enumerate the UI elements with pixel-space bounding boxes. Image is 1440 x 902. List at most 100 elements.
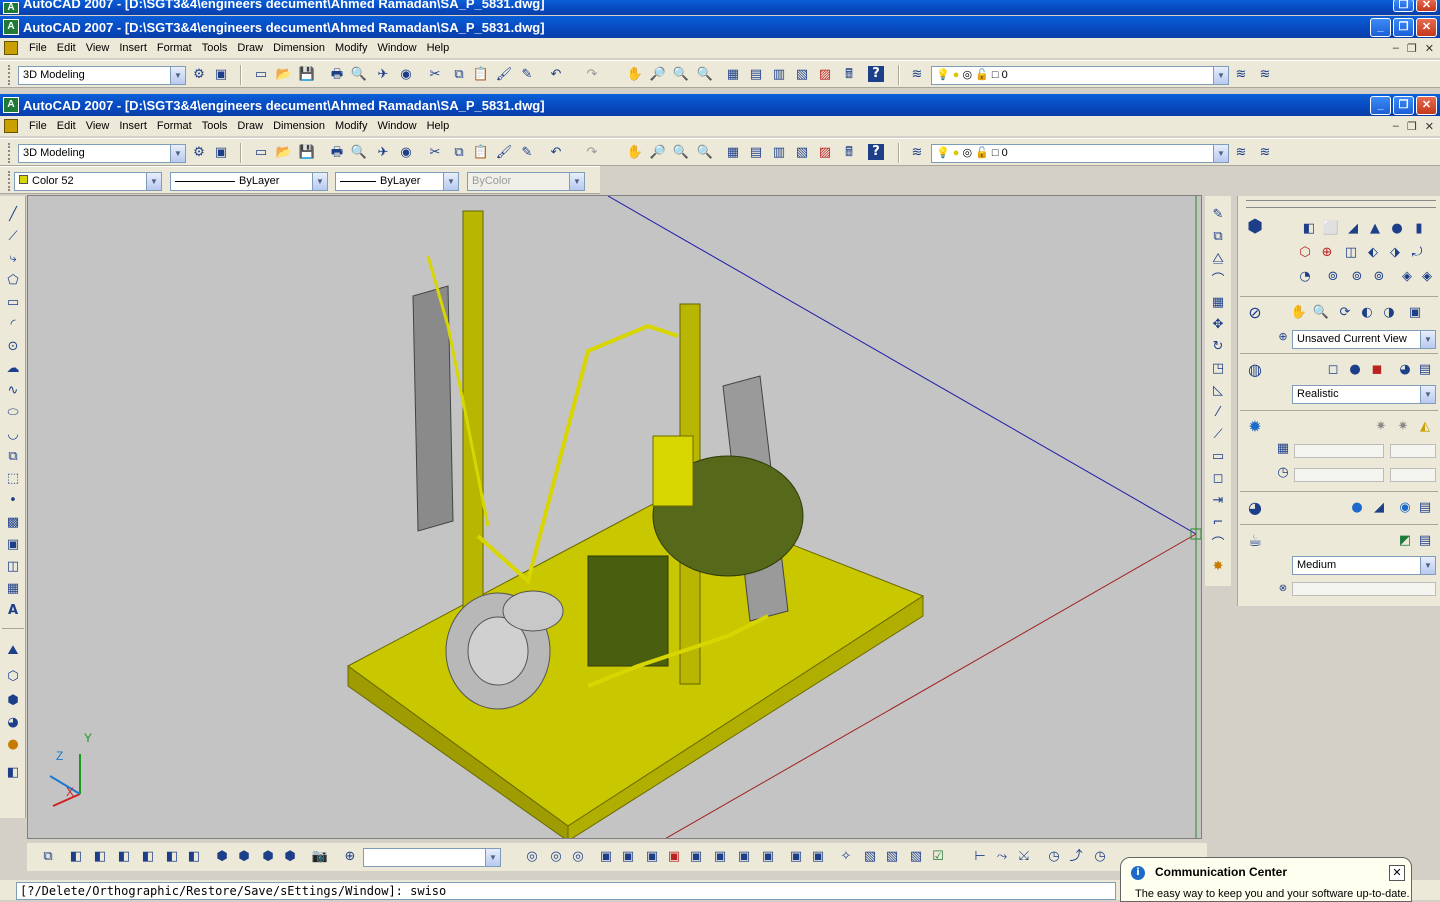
intersect-icon[interactable]: ⊚ bbox=[1348, 268, 1366, 286]
make-object-layer-current-icon[interactable]: ≋ bbox=[1232, 144, 1250, 162]
tool-palettes-icon[interactable]: ▥ bbox=[770, 144, 788, 162]
chevron-down-icon[interactable]: ▼ bbox=[1213, 145, 1228, 162]
doc-close-icon[interactable]: ✕ bbox=[1425, 120, 1434, 133]
interfere-icon[interactable]: ⊚ bbox=[1370, 268, 1388, 286]
3d-pan-icon[interactable]: ✋ bbox=[1290, 304, 1308, 322]
menu-modify[interactable]: Modify bbox=[330, 120, 372, 132]
array-icon[interactable]: ▦ bbox=[1209, 294, 1227, 312]
stretch-icon[interactable]: ◺ bbox=[1209, 382, 1227, 400]
realistic-icon[interactable]: ◼ bbox=[1368, 361, 1386, 379]
table-icon[interactable]: ▦ bbox=[4, 580, 22, 598]
command-line[interactable]: [?/Delete/Orthographic/Restore/Save/sEtt… bbox=[16, 882, 1116, 900]
polyline-icon[interactable]: ⤷ bbox=[4, 250, 22, 268]
outer-close-button[interactable]: ✕ bbox=[1416, 0, 1437, 12]
workspace-settings-icon[interactable]: ⚙ bbox=[190, 144, 208, 162]
cut-icon[interactable]: ✂ bbox=[426, 66, 444, 84]
calculator-icon[interactable]: 🖩 bbox=[840, 144, 858, 162]
doc-close-icon[interactable]: ✕ bbox=[1425, 42, 1434, 55]
plot-preview-icon[interactable]: 🔍 bbox=[350, 144, 368, 162]
menu-tools[interactable]: Tools bbox=[197, 120, 233, 132]
camera-create-icon[interactable]: 📷 bbox=[311, 848, 329, 866]
light-intensity-slider[interactable] bbox=[1294, 444, 1384, 458]
delete-faces-icon[interactable]: ▣ bbox=[665, 848, 683, 866]
visual-style-manager-icon[interactable]: ▤ bbox=[1416, 361, 1434, 379]
chevron-down-icon[interactable]: ▼ bbox=[146, 173, 161, 190]
menu-modify[interactable]: Modify bbox=[330, 42, 372, 54]
ellipse-icon[interactable]: ⬭ bbox=[4, 404, 22, 422]
chevron-down-icon[interactable]: ▼ bbox=[1420, 557, 1435, 574]
restore-button[interactable]: ❐ bbox=[1393, 17, 1414, 37]
offset-faces-icon[interactable]: ▣ bbox=[643, 848, 661, 866]
break-at-point-icon[interactable]: ◻ bbox=[1209, 470, 1227, 488]
menu-window[interactable]: Window bbox=[372, 42, 421, 54]
menu-format[interactable]: Format bbox=[152, 120, 197, 132]
document-menu-icon[interactable] bbox=[4, 119, 18, 133]
top-view-icon[interactable]: ◧ bbox=[67, 848, 85, 866]
copy-faces-icon[interactable]: ▣ bbox=[735, 848, 753, 866]
render-cancel-icon[interactable]: ⊗ bbox=[1274, 580, 1292, 598]
3d-dwf-icon[interactable]: ◉ bbox=[397, 66, 415, 84]
chevron-down-icon[interactable]: ▼ bbox=[1420, 386, 1435, 403]
zoom-realtime-icon[interactable]: 🔎 bbox=[649, 144, 667, 162]
menu-file[interactable]: File bbox=[24, 42, 52, 54]
sweep-icon[interactable]: ◫ bbox=[1342, 244, 1360, 262]
menu-insert[interactable]: Insert bbox=[114, 120, 152, 132]
point-light-icon[interactable]: ✷ bbox=[1372, 418, 1390, 436]
sphere-icon[interactable]: ◕ bbox=[4, 714, 22, 732]
chevron-down-icon[interactable]: ▼ bbox=[443, 173, 458, 190]
multiline-text-icon[interactable]: A bbox=[4, 602, 22, 620]
workspace-combo-outer[interactable]: 3D Modeling ▼ bbox=[18, 66, 186, 85]
left-view-icon[interactable]: ◧ bbox=[115, 848, 133, 866]
render-preset-combo[interactable]: Medium ▼ bbox=[1292, 556, 1436, 575]
save-icon[interactable]: 💾 bbox=[298, 66, 316, 84]
menu-format[interactable]: Format bbox=[152, 42, 197, 54]
material-map-icon[interactable]: ◢ bbox=[1370, 499, 1388, 517]
cylinder-icon[interactable]: ⬜ bbox=[1322, 220, 1340, 238]
zoom-realtime-icon[interactable]: 🔎 bbox=[649, 66, 667, 84]
slice-icon[interactable]: ⤾ bbox=[1408, 244, 1426, 262]
chevron-down-icon[interactable]: ▼ bbox=[312, 173, 327, 190]
extrude-faces-icon[interactable]: ▣ bbox=[597, 848, 615, 866]
model-viewport[interactable]: Y Z X bbox=[27, 195, 1202, 839]
layer-combo-outer[interactable]: 💡 ● ◎ 🔓 □ 0 ▼ bbox=[931, 66, 1229, 85]
chevron-down-icon[interactable]: ▼ bbox=[1213, 67, 1228, 84]
menu-dimension[interactable]: Dimension bbox=[268, 42, 330, 54]
workspace-combo[interactable]: 3D Modeling ▼ bbox=[18, 144, 186, 163]
zoom-previous-icon[interactable]: 🔍 bbox=[696, 144, 714, 162]
materials-palette-icon[interactable]: ◉ bbox=[1396, 499, 1414, 517]
menu-view[interactable]: View bbox=[81, 42, 115, 54]
camera-icon[interactable]: ◧ bbox=[4, 764, 22, 782]
ucs-combo[interactable]: ▼ bbox=[363, 848, 501, 867]
sw-iso-icon[interactable]: ⬢ bbox=[213, 848, 231, 866]
render-window-icon[interactable]: ▤ bbox=[1416, 532, 1434, 550]
layer-combo[interactable]: 💡 ● ◎ 🔓 □ 0 ▼ bbox=[931, 144, 1229, 163]
chevron-down-icon[interactable]: ▼ bbox=[170, 145, 185, 162]
menu-edit[interactable]: Edit bbox=[52, 42, 81, 54]
close-icon[interactable]: ✕ bbox=[1389, 865, 1405, 881]
help-icon[interactable]: ? bbox=[868, 144, 884, 160]
revcloud-icon[interactable]: ☁ bbox=[4, 360, 22, 378]
walk-icon[interactable]: ◑ bbox=[1380, 304, 1398, 322]
visual-style-combo[interactable]: Realistic ▼ bbox=[1292, 385, 1436, 404]
menu-edit[interactable]: Edit bbox=[52, 120, 81, 132]
view-cube-icon[interactable]: ⬢ bbox=[4, 692, 22, 710]
sun-clock-icon[interactable]: ◷ bbox=[1045, 848, 1063, 866]
arc-icon[interactable]: ◜ bbox=[4, 316, 22, 334]
swivel-icon[interactable]: ◐ bbox=[1358, 304, 1376, 322]
copy-icon[interactable]: ⧉ bbox=[450, 144, 468, 162]
copy-object-icon[interactable]: ⧉ bbox=[1209, 228, 1227, 246]
region-icon[interactable]: ◫ bbox=[4, 558, 22, 576]
make-object-layer-current-icon[interactable]: ≋ bbox=[1232, 66, 1250, 84]
animation-icon[interactable]: ◷ bbox=[1091, 848, 1109, 866]
linetype-combo[interactable]: ByLayer ▼ bbox=[170, 172, 328, 191]
cylinder-solid-icon[interactable]: ▮ bbox=[1410, 220, 1428, 238]
paste-icon[interactable]: 📋 bbox=[472, 144, 490, 162]
bottom-view-icon[interactable]: ◧ bbox=[91, 848, 109, 866]
check-icon[interactable]: ▧ bbox=[883, 848, 901, 866]
extend-icon[interactable]: ⟋ bbox=[1209, 426, 1227, 444]
outer-restore-button[interactable]: ❐ bbox=[1393, 0, 1414, 12]
right-view-icon[interactable]: ◧ bbox=[139, 848, 157, 866]
undo-icon[interactable]: ↶ bbox=[547, 144, 565, 162]
hatch-icon[interactable]: ▩ bbox=[4, 514, 22, 532]
distant-light-icon[interactable]: ◭ bbox=[1416, 418, 1434, 436]
